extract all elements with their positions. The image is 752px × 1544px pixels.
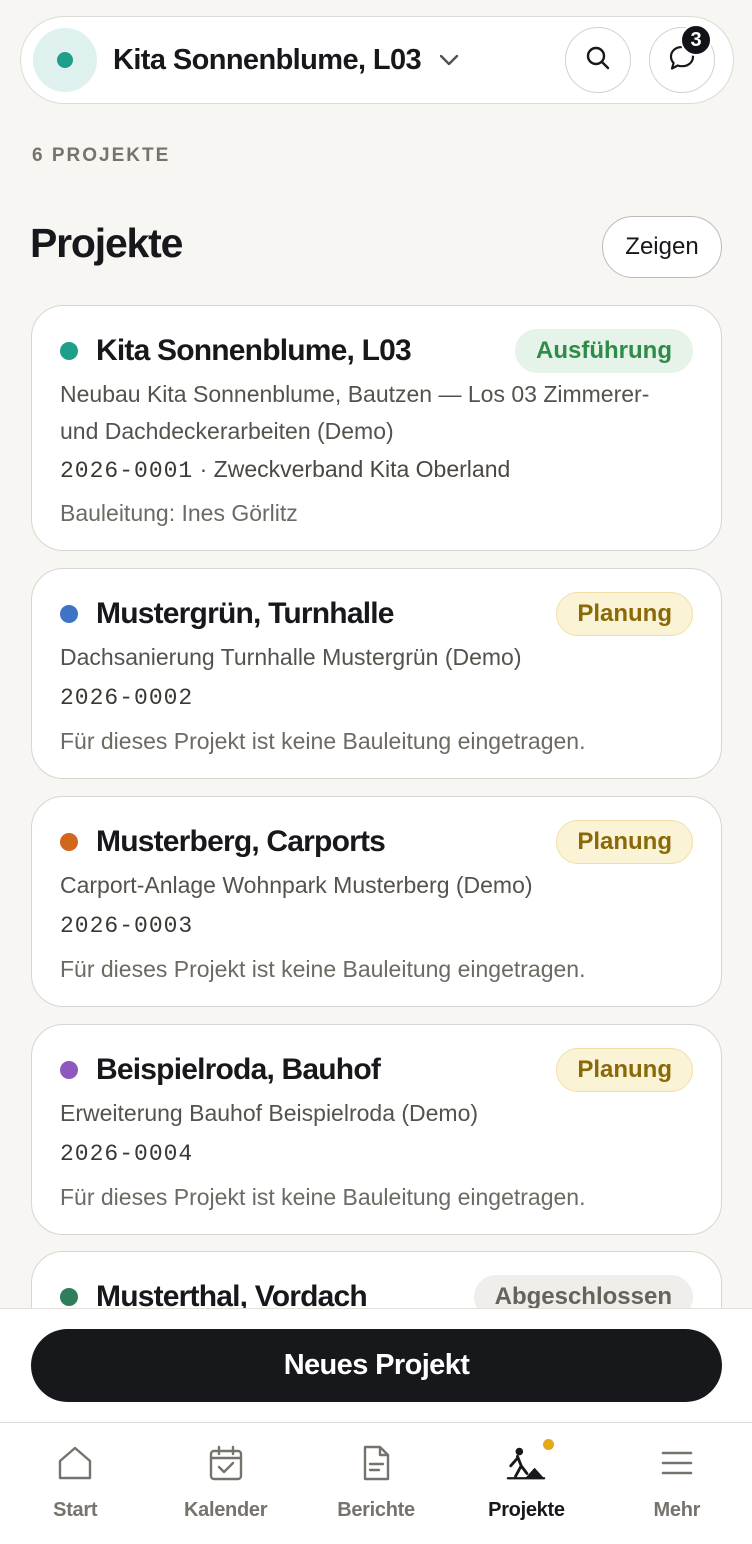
tab-berichte[interactable]: Berichte <box>301 1423 451 1544</box>
project-name: Beispielroda, Bauhof <box>96 1053 381 1086</box>
project-name: Kita Sonnenblume, L03 <box>96 334 412 367</box>
project-card[interactable]: Beispielroda, Bauhof Planung Erweiterung… <box>31 1024 722 1235</box>
project-description: Carport-Anlage Wohnpark Musterberg (Demo… <box>60 872 533 898</box>
action-bar: Neues Projekt <box>0 1308 752 1422</box>
calendar-icon <box>206 1443 246 1483</box>
document-icon <box>356 1443 396 1483</box>
project-card[interactable]: Musterthal, Vordach Abgeschlossen <box>31 1251 722 1308</box>
status-badge: Planung <box>556 820 693 864</box>
status-badge: Abgeschlossen <box>473 1275 693 1308</box>
project-color-dot <box>60 1061 78 1079</box>
tab-label: Mehr <box>653 1499 701 1521</box>
tab-label: Kalender <box>184 1499 268 1521</box>
bottom-tab-bar: Start Kalender Berichte Projekte Mehr <box>0 1422 752 1544</box>
project-title-row: Beispielroda, Bauhof Planung <box>60 1047 693 1093</box>
project-color-dot <box>60 833 78 851</box>
project-title-row: Musterberg, Carports Planung <box>60 819 693 865</box>
status-badge: Planung <box>556 1048 693 1092</box>
project-meta: 2026-0003 <box>60 911 693 939</box>
project-meta: 2026-0004 <box>60 1139 693 1167</box>
project-color-dot <box>60 342 78 360</box>
tab-label: Projekte <box>488 1499 565 1521</box>
project-card[interactable]: Mustergrün, Turnhalle Planung Dachsanier… <box>31 568 722 779</box>
tab-start[interactable]: Start <box>0 1423 150 1544</box>
project-title-row: Musterthal, Vordach Abgeschlossen <box>60 1274 693 1308</box>
project-title-row: Mustergrün, Turnhalle Planung <box>60 591 693 637</box>
project-card[interactable]: Musterberg, Carports Planung Carport-Anl… <box>31 796 722 1007</box>
project-number: 2026-0004 <box>60 1141 194 1167</box>
project-color-dot <box>60 1288 78 1306</box>
project-color-dot <box>60 605 78 623</box>
project-number: 2026-0001 <box>60 458 194 484</box>
project-meta: 2026-0002 <box>60 683 693 711</box>
project-description: Dachsanierung Turnhalle Mustergrün (Demo… <box>60 644 522 670</box>
project-number: 2026-0002 <box>60 685 194 711</box>
tab-projekte[interactable]: Projekte <box>451 1423 601 1544</box>
home-icon <box>55 1443 95 1483</box>
construction-worker-icon <box>506 1439 555 1483</box>
tab-indicator-dot <box>543 1439 555 1450</box>
project-number: 2026-0003 <box>60 913 194 939</box>
menu-icon <box>657 1443 697 1483</box>
tab-kalender[interactable]: Kalender <box>150 1423 300 1544</box>
project-site-lead: Bauleitung: Ines Görlitz <box>60 500 298 526</box>
tab-mehr[interactable]: Mehr <box>602 1423 752 1544</box>
project-list: Kita Sonnenblume, L03 Ausführung Neubau … <box>0 0 752 1308</box>
status-badge: Ausführung <box>515 329 693 373</box>
project-site-lead: Für dieses Projekt ist keine Bauleitung … <box>60 1184 586 1210</box>
project-name: Musterthal, Vordach <box>96 1280 368 1308</box>
project-name: Mustergrün, Turnhalle <box>96 597 394 630</box>
project-client: · Zweckverband Kita Oberland <box>199 456 511 482</box>
tab-label: Start <box>53 1499 98 1521</box>
project-card[interactable]: Kita Sonnenblume, L03 Ausführung Neubau … <box>31 305 722 551</box>
project-title-row: Kita Sonnenblume, L03 Ausführung <box>60 328 693 374</box>
new-project-button[interactable]: Neues Projekt <box>31 1329 722 1402</box>
project-description: Erweiterung Bauhof Beispielroda (Demo) <box>60 1100 479 1126</box>
status-badge: Planung <box>556 592 693 636</box>
project-site-lead: Für dieses Projekt ist keine Bauleitung … <box>60 728 586 754</box>
project-meta: 2026-0001 · Zweckverband Kita Oberland <box>60 456 693 484</box>
tab-label: Berichte <box>337 1499 415 1521</box>
project-description: Neubau Kita Sonnenblume, Bautzen — Los 0… <box>60 381 650 444</box>
project-site-lead: Für dieses Projekt ist keine Bauleitung … <box>60 956 586 982</box>
project-name: Musterberg, Carports <box>96 825 386 858</box>
